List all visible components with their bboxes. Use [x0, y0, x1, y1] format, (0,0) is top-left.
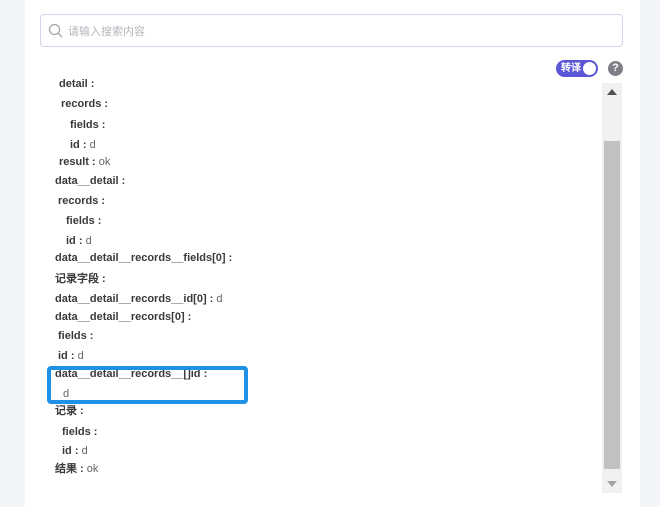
tree-line: id : d [66, 235, 92, 247]
translate-toggle-label: 转译 [561, 63, 581, 74]
tree-line: records : [61, 98, 109, 110]
tree-line: 记录字段 : [55, 273, 106, 285]
help-icon[interactable]: ? [608, 61, 623, 76]
search-icon [48, 23, 64, 39]
tree-line: 记录 : [55, 405, 84, 417]
tree-line: id : d [70, 139, 96, 151]
json-tree: detail : records : fields : id : d resul… [40, 77, 600, 495]
tree-line: data__detail : [55, 175, 126, 187]
tree-line: records : [58, 195, 106, 207]
search-box[interactable] [40, 14, 623, 47]
json-viewer-panel: 转译 ? detail : records : fields : id : d … [25, 0, 640, 507]
toggle-knob [583, 62, 596, 75]
vertical-scrollbar[interactable] [602, 83, 622, 493]
tree-line: 结果 : ok [55, 463, 99, 475]
scrollbar-thumb[interactable] [604, 141, 620, 469]
tree-line: result : ok [59, 156, 111, 168]
highlight-box [47, 366, 248, 404]
tree-line: id : d [58, 350, 84, 362]
tree-line: data__detail__records__id[0] : d [55, 293, 223, 305]
tree-line: detail : [59, 78, 95, 90]
tree-line: fields : [58, 330, 94, 342]
scroll-down-arrow-icon[interactable] [602, 475, 622, 493]
tree-line: fields : [62, 426, 98, 438]
tree-line: fields : [70, 119, 106, 131]
search-input[interactable] [66, 20, 610, 44]
tree-line: data__detail__records__fields[0] : [55, 252, 233, 264]
translate-toggle-wrap: 转译 [556, 60, 598, 77]
tree-line: fields : [66, 215, 102, 227]
translate-toggle[interactable]: 转译 [556, 60, 598, 77]
scroll-up-arrow-icon[interactable] [602, 83, 622, 101]
tree-line: data__detail__records[0] : [55, 311, 192, 323]
tree-line: id : d [62, 445, 88, 457]
